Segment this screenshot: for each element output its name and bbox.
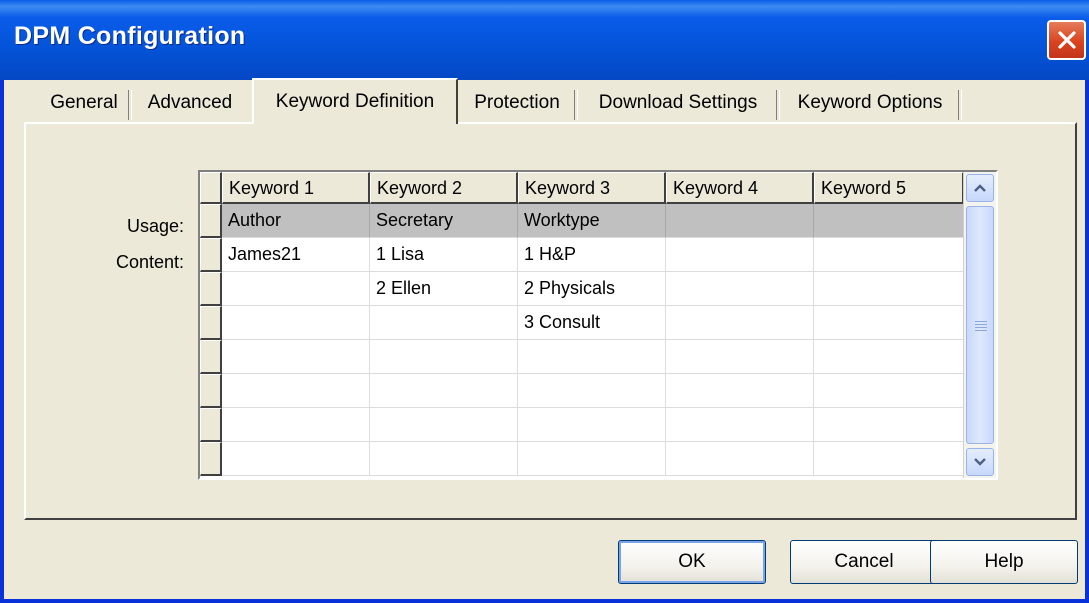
- grid-vertical-scrollbar[interactable]: [963, 172, 996, 478]
- tab-advanced[interactable]: Advanced: [136, 82, 244, 124]
- chevron-up-icon: [974, 184, 986, 192]
- row-header[interactable]: [200, 306, 222, 340]
- content-cell[interactable]: 1 H&P: [518, 238, 666, 272]
- scroll-grip: [975, 321, 987, 322]
- column-header-keyword-1[interactable]: Keyword 1: [222, 172, 370, 204]
- content-cell[interactable]: [222, 374, 370, 408]
- content-cell[interactable]: [222, 408, 370, 442]
- row-header[interactable]: [200, 238, 222, 272]
- row-header[interactable]: [200, 340, 222, 374]
- cancel-button[interactable]: Cancel: [790, 540, 938, 584]
- tab-download-settings[interactable]: Download Settings: [582, 82, 774, 124]
- help-button[interactable]: Help: [930, 540, 1078, 584]
- content-cell[interactable]: [222, 340, 370, 374]
- tab-separator: [958, 90, 962, 120]
- tab-keyword-definition[interactable]: Keyword Definition: [252, 78, 458, 124]
- content-cell[interactable]: [518, 374, 666, 408]
- scroll-grip: [975, 324, 987, 325]
- content-cell[interactable]: [518, 340, 666, 374]
- content-cell[interactable]: [370, 306, 518, 340]
- usage-cell[interactable]: [666, 204, 814, 238]
- scroll-up-button[interactable]: [966, 174, 994, 202]
- usage-cell[interactable]: [814, 204, 964, 238]
- content-cell[interactable]: [814, 408, 964, 442]
- column-header-keyword-2[interactable]: Keyword 2: [370, 172, 518, 204]
- content-cell[interactable]: 1 Lisa: [370, 238, 518, 272]
- content-cell[interactable]: [666, 306, 814, 340]
- content-cell[interactable]: [222, 272, 370, 306]
- content-cell[interactable]: [222, 442, 370, 476]
- close-button[interactable]: [1047, 20, 1086, 60]
- content-cell[interactable]: [814, 272, 964, 306]
- tab-separator: [128, 90, 132, 120]
- row-header[interactable]: [200, 408, 222, 442]
- content-cell[interactable]: [666, 408, 814, 442]
- window-title: DPM Configuration: [14, 22, 246, 50]
- content-cell[interactable]: [666, 442, 814, 476]
- grid-corner: [200, 172, 222, 204]
- column-header-keyword-4[interactable]: Keyword 4: [666, 172, 814, 204]
- content-cell[interactable]: [370, 408, 518, 442]
- content-cell[interactable]: 2 Ellen: [370, 272, 518, 306]
- content-cell[interactable]: [518, 442, 666, 476]
- content-cell[interactable]: [666, 272, 814, 306]
- content-cell[interactable]: [222, 306, 370, 340]
- row-header[interactable]: [200, 272, 222, 306]
- scroll-grip: [975, 327, 987, 328]
- chevron-down-icon: [974, 458, 986, 466]
- scroll-thumb[interactable]: [966, 206, 994, 444]
- usage-row-label: Usage:: [126, 216, 184, 236]
- scroll-grip: [975, 330, 987, 331]
- content-cell[interactable]: [518, 408, 666, 442]
- content-cell[interactable]: [814, 306, 964, 340]
- content-cell[interactable]: James21: [222, 238, 370, 272]
- row-header[interactable]: [200, 442, 222, 476]
- scroll-down-button[interactable]: [966, 448, 994, 476]
- content-cell[interactable]: [666, 340, 814, 374]
- tab-separator: [574, 90, 578, 120]
- content-cell[interactable]: 2 Physicals: [518, 272, 666, 306]
- content-cell[interactable]: [370, 374, 518, 408]
- content-cell[interactable]: [370, 340, 518, 374]
- keyword-grid[interactable]: Keyword 1 Keyword 2 Keyword 3 Keyword 4 …: [198, 170, 998, 480]
- content-cell[interactable]: [814, 238, 964, 272]
- content-cell[interactable]: [666, 238, 814, 272]
- content-cell[interactable]: [814, 374, 964, 408]
- column-header-keyword-3[interactable]: Keyword 3: [518, 172, 666, 204]
- usage-cell[interactable]: Worktype: [518, 204, 666, 238]
- content-cell[interactable]: [370, 442, 518, 476]
- content-cell[interactable]: [814, 340, 964, 374]
- content-cell[interactable]: [814, 442, 964, 476]
- ok-button[interactable]: OK: [618, 540, 766, 584]
- dpm-configuration-dialog: DPM Configuration General Advanced Keywo…: [0, 0, 1089, 603]
- title-bar[interactable]: DPM Configuration: [0, 0, 1089, 80]
- tab-keyword-options[interactable]: Keyword Options: [782, 82, 958, 124]
- tab-separator: [776, 90, 780, 120]
- dialog-client-area: General Advanced Keyword Definition Prot…: [8, 78, 1089, 599]
- row-header[interactable]: [200, 374, 222, 408]
- content-row-label: Content:: [115, 252, 184, 272]
- column-header-keyword-5[interactable]: Keyword 5: [814, 172, 964, 204]
- tab-protection[interactable]: Protection: [462, 82, 572, 124]
- close-icon: [1058, 31, 1076, 49]
- keyword-definition-panel: Usage: Content: Keyword 1 Keyword 2 Keyw…: [24, 122, 1077, 520]
- tab-general[interactable]: General: [42, 82, 126, 124]
- usage-cell[interactable]: Secretary: [370, 204, 518, 238]
- row-header[interactable]: [200, 204, 222, 238]
- usage-cell[interactable]: Author: [222, 204, 370, 238]
- content-cell[interactable]: 3 Consult: [518, 306, 666, 340]
- content-cell[interactable]: [666, 374, 814, 408]
